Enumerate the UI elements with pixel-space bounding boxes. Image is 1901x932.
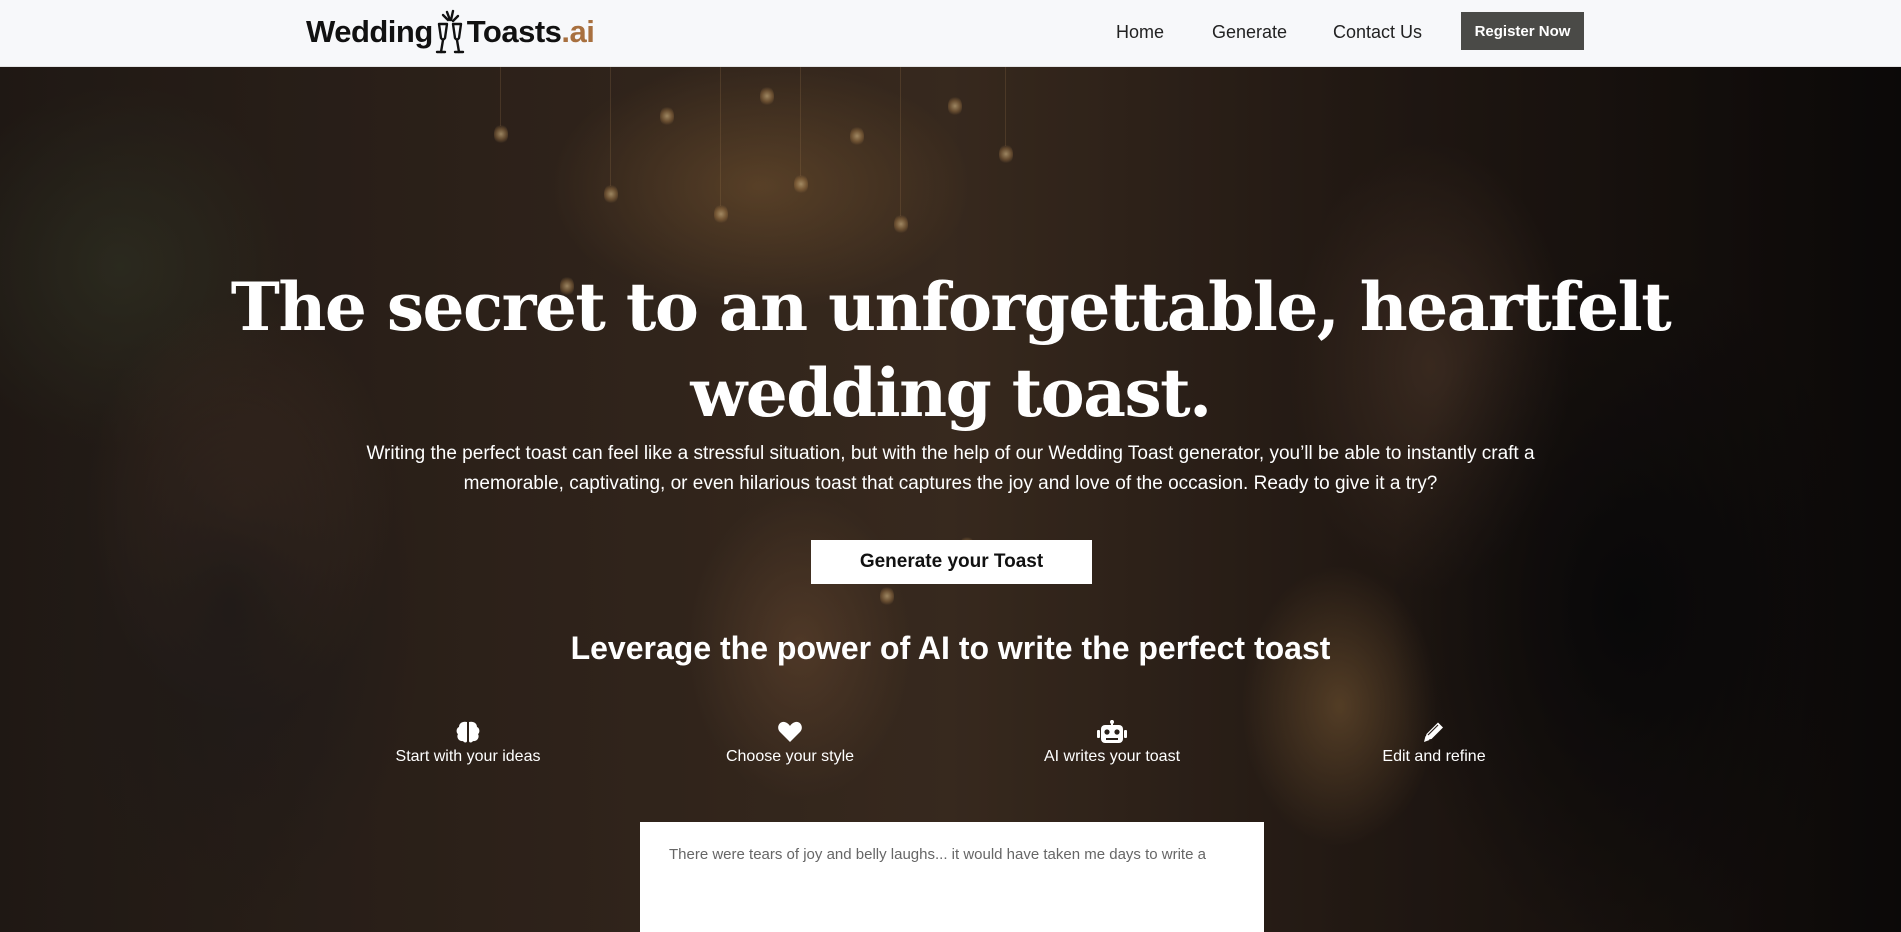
feature-label: AI writes your toast	[1043, 748, 1181, 765]
hero-dark-overlay	[0, 66, 1901, 932]
logo[interactable]: Wedding Toasts .ai	[306, 8, 595, 56]
subtext-line-1: Writing the perfect toast can feel like …	[366, 443, 1535, 464]
logo-text-ai: .ai	[561, 14, 595, 49]
feature-item-edit: Edit and refine	[1314, 720, 1554, 766]
nav-contact-link[interactable]: Contact Us	[1333, 22, 1422, 43]
logo-text-toasts: Toasts	[466, 14, 562, 49]
hero-subtext: Writing the perfect toast can feel like …	[330, 439, 1571, 499]
generate-toast-button[interactable]: Generate your Toast	[811, 540, 1092, 584]
heart-icon	[778, 721, 802, 742]
champagne-glasses-icon	[435, 9, 464, 54]
brain-icon	[456, 721, 480, 743]
features-title: Leverage the power of AI to write the pe…	[570, 630, 1331, 666]
hero-headline: The secret to an unforgettable, heartfel…	[200, 264, 1701, 436]
headline-line-1: The secret to an unforgettable, heartfel…	[230, 268, 1672, 346]
feature-item-ai: AI writes your toast	[992, 720, 1232, 766]
hero-section: The secret to an unforgettable, heartfel…	[0, 66, 1901, 932]
register-now-button[interactable]: Register Now	[1461, 12, 1584, 50]
feature-label: Start with your ideas	[395, 748, 541, 765]
pencil-icon	[1424, 722, 1443, 742]
nav-home-link[interactable]: Home	[1116, 22, 1164, 43]
feature-item-ideas: Start with your ideas	[348, 720, 588, 766]
headline-line-2: wedding toast.	[690, 354, 1212, 432]
subtext-line-2: memorable, captivating, or even hilariou…	[463, 473, 1438, 494]
robot-icon	[1097, 720, 1127, 743]
navbar: Wedding Toasts .ai Home Generate Contact…	[0, 0, 1901, 67]
testimonial-card: There were tears of joy and belly laughs…	[640, 822, 1264, 932]
testimonial-text: There were tears of joy and belly laughs…	[669, 846, 1206, 863]
feature-item-style: Choose your style	[670, 720, 910, 766]
feature-label: Choose your style	[725, 748, 855, 765]
feature-label: Edit and refine	[1382, 748, 1486, 765]
nav-generate-link[interactable]: Generate	[1212, 22, 1287, 43]
logo-text-wedding: Wedding	[306, 14, 433, 49]
